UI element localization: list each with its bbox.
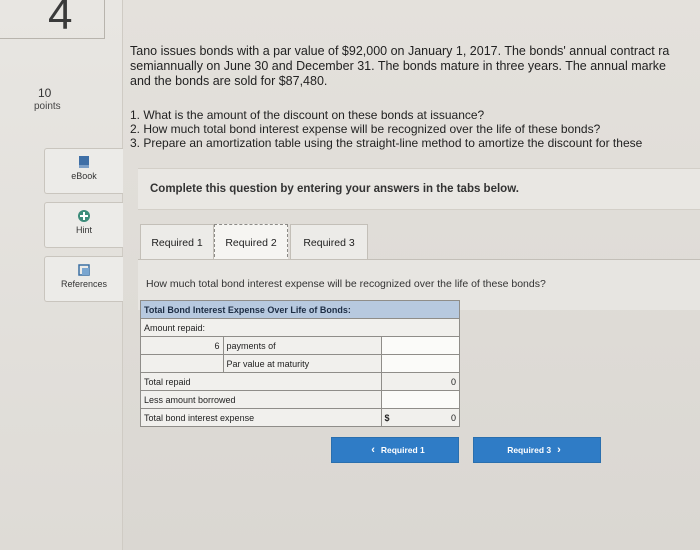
ebook-button[interactable]: eBook bbox=[44, 148, 123, 194]
book-icon bbox=[79, 156, 89, 168]
par-value-input[interactable] bbox=[380, 354, 461, 373]
tab-required-3[interactable]: Required 3 bbox=[290, 224, 368, 262]
total-interest-value: 0 bbox=[450, 412, 456, 423]
table-header: Total Bond Interest Expense Over Life of… bbox=[140, 300, 460, 319]
question-intro-line: and the bonds are sold for $87,480. bbox=[130, 74, 328, 88]
prev-required-button[interactable]: ‹ Required 1 bbox=[331, 437, 459, 463]
instructions-text: Complete this question by entering your … bbox=[150, 183, 519, 195]
interest-expense-table: Total Bond Interest Expense Over Life of… bbox=[140, 300, 461, 427]
total-interest-cell: $ 0 bbox=[380, 408, 461, 427]
question-intro-line: semiannually on June 30 and December 31.… bbox=[130, 59, 666, 73]
hint-icon bbox=[78, 210, 90, 222]
less-borrowed-label: Less amount borrowed bbox=[140, 390, 382, 409]
table-row: Total repaid 0 bbox=[140, 372, 461, 391]
payments-label: payments of bbox=[222, 336, 382, 355]
table-row: Par value at maturity bbox=[140, 354, 461, 373]
question-items: 1. What is the amount of the discount on… bbox=[130, 108, 700, 150]
table-row: 6 payments of bbox=[140, 336, 461, 355]
table-row: Total bond interest expense $ 0 bbox=[140, 408, 461, 427]
amount-borrowed-input[interactable] bbox=[380, 390, 461, 409]
question-item: 2. How much total bond interest expense … bbox=[130, 122, 601, 136]
payments-count-cell: 6 bbox=[140, 336, 224, 355]
total-repaid-value: 0 bbox=[380, 372, 461, 391]
question-item: 3. Prepare an amortization table using t… bbox=[130, 136, 643, 150]
question-number: 4 bbox=[48, 0, 73, 39]
points-label: points bbox=[34, 101, 61, 112]
tab-required-1[interactable]: Required 1 bbox=[140, 224, 214, 262]
table-row: Less amount borrowed bbox=[140, 390, 461, 409]
question-sidebar: 4 10 points eBook Hint References bbox=[0, 0, 123, 550]
points-value: 10 bbox=[38, 86, 52, 100]
total-repaid-label: Total repaid bbox=[140, 372, 382, 391]
total-interest-label: Total bond interest expense bbox=[140, 408, 382, 427]
par-value-label: Par value at maturity bbox=[222, 354, 382, 373]
references-icon bbox=[78, 264, 90, 276]
next-label: Required 3 bbox=[507, 445, 552, 455]
currency-symbol: $ bbox=[384, 412, 390, 423]
payment-amount-input[interactable] bbox=[380, 336, 461, 355]
amount-repaid-label: Amount repaid: bbox=[140, 318, 460, 337]
blank-cell bbox=[140, 354, 224, 373]
chevron-left-icon: ‹ bbox=[371, 444, 375, 456]
prev-label: Required 1 bbox=[380, 445, 425, 455]
next-required-button[interactable]: Required 3 › bbox=[473, 437, 601, 463]
hint-label: Hint bbox=[75, 225, 92, 235]
tab-required-2[interactable]: Required 2 bbox=[214, 224, 288, 262]
page: 4 10 points eBook Hint References Tano i… bbox=[0, 0, 700, 550]
ebook-label: eBook bbox=[71, 171, 97, 181]
question-intro-line: Tano issues bonds with a par value of $9… bbox=[130, 44, 670, 58]
tab-question-text: How much total bond interest expense wil… bbox=[146, 278, 546, 290]
question-intro: Tano issues bonds with a par value of $9… bbox=[130, 44, 700, 89]
payments-count: 6 bbox=[214, 340, 220, 351]
instructions-bar: Complete this question by entering your … bbox=[138, 168, 700, 210]
references-label: References bbox=[60, 279, 108, 289]
hint-button[interactable]: Hint bbox=[44, 202, 123, 248]
references-button[interactable]: References bbox=[44, 256, 123, 302]
chevron-right-icon: › bbox=[557, 444, 561, 456]
question-item: 1. What is the amount of the discount on… bbox=[130, 108, 485, 122]
